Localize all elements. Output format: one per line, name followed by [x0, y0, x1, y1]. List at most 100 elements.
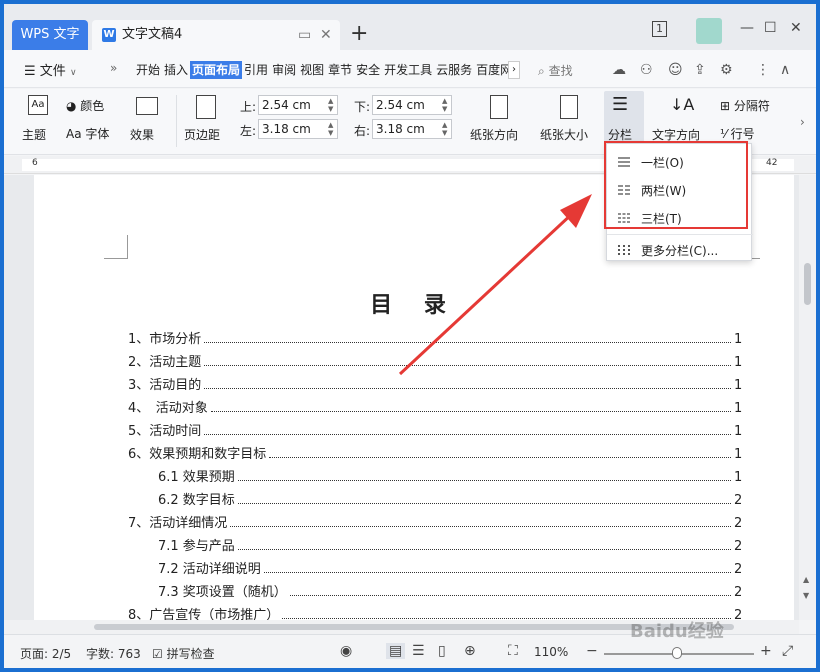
- theme-button[interactable]: 主题: [22, 126, 46, 143]
- toc-entry[interactable]: 4、 活动对象 1: [128, 397, 742, 420]
- text-direction-icon[interactable]: ↓A: [670, 95, 694, 114]
- ruler-label-left: 6: [32, 158, 38, 168]
- orientation-button[interactable]: 纸张方向: [470, 126, 518, 143]
- ribbon-scroll-right[interactable]: ›: [800, 115, 805, 129]
- margins-icon[interactable]: [196, 95, 216, 119]
- toc-page-number: 1: [734, 470, 743, 485]
- tab-review[interactable]: 审阅: [270, 61, 298, 79]
- columns-icon[interactable]: ☰: [612, 95, 628, 115]
- toc-entry[interactable]: 6.2 数字目标 2: [158, 489, 742, 512]
- web-view-icon[interactable]: ⊕: [464, 643, 476, 659]
- paper-size-button[interactable]: 纸张大小: [540, 126, 588, 143]
- close-tab-icon[interactable]: ✕: [320, 27, 332, 43]
- vertical-scrollbar-thumb[interactable]: [804, 263, 811, 305]
- chevron-down-icon: ∨: [69, 68, 77, 78]
- line-number-icon: ⅟: [720, 127, 731, 141]
- toc-entry[interactable]: 6、效果预期和数字目标 1: [128, 443, 742, 466]
- right-margin-input[interactable]: 3.18 cm: [372, 119, 452, 139]
- scroll-up-icon[interactable]: ▲: [803, 575, 809, 584]
- file-menu[interactable]: ☰ 文件 ∨: [24, 60, 77, 79]
- tab-page-layout[interactable]: 页面布局: [190, 61, 243, 79]
- vertical-scrollbar[interactable]: ▲ ▼: [799, 175, 816, 620]
- bottom-margin-input[interactable]: 2.54 cm: [372, 95, 452, 115]
- menu-scroll-right[interactable]: ›: [508, 61, 520, 79]
- margins-button[interactable]: 页边距: [184, 126, 220, 143]
- toc-entry[interactable]: 7.1 参与产品 2: [158, 535, 742, 558]
- document-tab[interactable]: W 文字文稿4 ▭ ✕: [92, 20, 340, 50]
- collapse-ribbon-icon[interactable]: ∧: [780, 62, 790, 78]
- bottom-margin-stepper[interactable]: ▲ ▼: [442, 97, 447, 113]
- menu-bar: ☰ 文件 ∨ » 开始 插入 页面布局 引用 审阅 视图 章节 安全 开发工具 …: [4, 50, 816, 88]
- minimize-icon[interactable]: —: [740, 20, 754, 36]
- toc-page-number: 1: [734, 447, 743, 462]
- tab-developer[interactable]: 开发工具: [382, 61, 434, 79]
- new-tab-button[interactable]: +: [350, 22, 368, 46]
- columns-more-option[interactable]: 更多分栏(C)...: [607, 236, 753, 264]
- toc-entry[interactable]: 7、活动详细情况 2: [128, 512, 742, 535]
- scroll-down-icon[interactable]: ▼: [803, 591, 809, 600]
- settings-icon[interactable]: ⚙: [720, 62, 733, 78]
- spell-check-button[interactable]: ☑ 拼写检查: [152, 645, 215, 662]
- toc-entry[interactable]: 7.2 活动详细说明 2: [158, 558, 742, 581]
- page-count-badge[interactable]: 1: [652, 21, 667, 37]
- fullscreen-icon[interactable]: ⤢: [782, 643, 793, 659]
- page-indicator[interactable]: 页面: 2/5: [20, 645, 71, 662]
- tab-view[interactable]: 视图: [298, 61, 326, 79]
- fit-page-icon[interactable]: ⛶: [508, 643, 518, 659]
- top-margin-stepper[interactable]: ▲ ▼: [328, 97, 333, 113]
- dropdown-divider: [607, 234, 753, 235]
- orientation-icon[interactable]: [490, 95, 508, 119]
- tab-references[interactable]: 引用: [242, 61, 270, 79]
- right-margin-stepper[interactable]: ▲ ▼: [442, 121, 447, 137]
- search-box[interactable]: ⌕ 查找: [538, 62, 573, 79]
- eye-icon[interactable]: ◉: [340, 643, 352, 659]
- page-corner-mark: [104, 235, 128, 259]
- toc-entry[interactable]: 3、活动目的 1: [128, 374, 742, 397]
- left-margin-stepper[interactable]: ▲ ▼: [328, 121, 333, 137]
- toc-entry[interactable]: 1、市场分析 1: [128, 328, 742, 351]
- outline-view-icon[interactable]: ☰: [412, 643, 425, 659]
- cloud-sync-icon[interactable]: ☁: [612, 62, 626, 78]
- tab-chapter[interactable]: 章节: [326, 61, 354, 79]
- toc-entry-text: 5、活动时间: [128, 424, 202, 439]
- avatar[interactable]: [696, 18, 722, 44]
- separator-button[interactable]: ⊞ 分隔符: [720, 97, 770, 114]
- ribbon-divider: [176, 95, 177, 147]
- separator-button-label: 分隔符: [733, 99, 770, 113]
- app-tab[interactable]: WPS 文字: [12, 20, 88, 50]
- double-chevron-icon[interactable]: »: [110, 61, 117, 75]
- toc-entry[interactable]: 2、活动主题 1: [128, 351, 742, 374]
- word-count[interactable]: 字数: 763: [86, 645, 141, 662]
- toc-entry[interactable]: 7.3 奖项设置（随机） 2: [158, 581, 742, 604]
- toc-entry[interactable]: 5、活动时间 1: [128, 420, 742, 443]
- comment-icon[interactable]: ☺: [668, 62, 683, 78]
- close-window-icon[interactable]: ✕: [790, 20, 802, 36]
- page-view-icon[interactable]: ▤: [386, 643, 406, 659]
- writer-doc-icon: W: [102, 28, 116, 42]
- zoom-out-icon[interactable]: −: [586, 643, 598, 659]
- zoom-level[interactable]: 110%: [534, 645, 568, 659]
- top-margin-input[interactable]: 2.54 cm: [258, 95, 338, 115]
- toc-entry-text: 4、 活动对象: [128, 401, 208, 416]
- tab-security[interactable]: 安全: [354, 61, 382, 79]
- collaborate-icon[interactable]: ⚇: [640, 62, 653, 78]
- left-margin-input[interactable]: 3.18 cm: [258, 119, 338, 139]
- paper-size-icon[interactable]: [560, 95, 578, 119]
- toc-entry[interactable]: 6.1 效果预期 1: [158, 466, 742, 489]
- tab-home[interactable]: 开始: [134, 61, 162, 79]
- color-button[interactable]: ◕ 颜色: [66, 97, 104, 114]
- share-icon[interactable]: ⇪: [694, 62, 706, 78]
- tab-insert[interactable]: 插入: [162, 61, 190, 79]
- font-button[interactable]: Aa 字体: [66, 125, 109, 142]
- more-icon[interactable]: ⋮: [756, 62, 770, 78]
- effect-button[interactable]: 效果: [130, 126, 154, 143]
- zoom-in-icon[interactable]: +: [760, 643, 772, 659]
- effect-icon[interactable]: [136, 97, 158, 115]
- line-number-button[interactable]: ⅟ 行号: [720, 125, 755, 142]
- theme-icon[interactable]: Aa: [28, 95, 48, 115]
- maximize-icon[interactable]: ☐: [764, 20, 777, 36]
- zoom-slider-thumb[interactable]: [672, 647, 682, 659]
- tab-cloud[interactable]: 云服务: [434, 61, 474, 79]
- monitor-icon[interactable]: ▭: [298, 27, 311, 43]
- reading-view-icon[interactable]: ▯: [438, 643, 446, 659]
